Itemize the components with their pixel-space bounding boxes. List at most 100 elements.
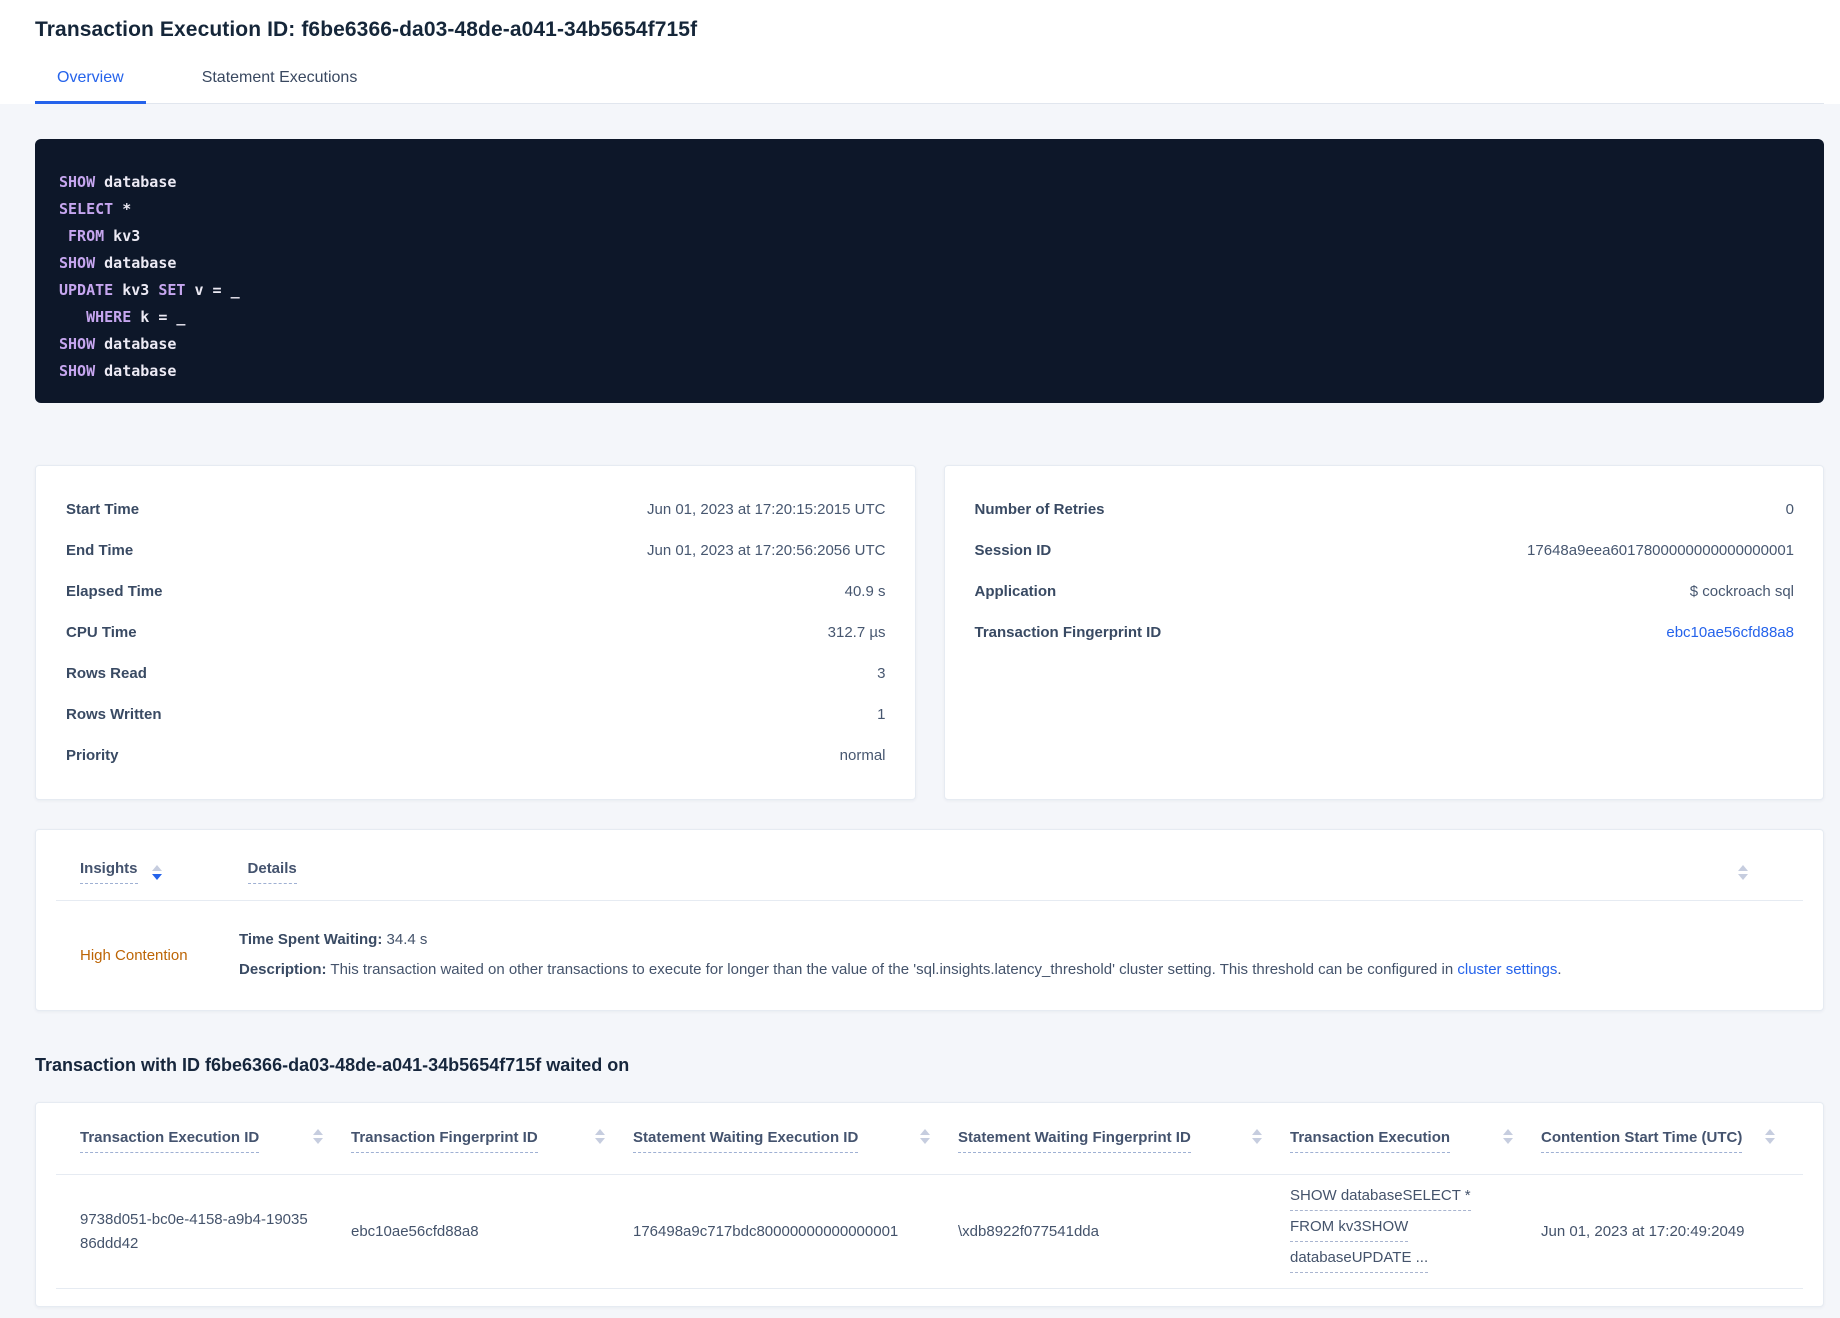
row-rows-written: Rows Written 1 [66, 694, 886, 735]
transaction-fingerprint-id-header-label[interactable]: Transaction Fingerprint ID [351, 1129, 538, 1153]
sort-up-icon [313, 1129, 323, 1135]
sort-down-icon [1765, 1138, 1775, 1144]
row-priority: Priority normal [66, 735, 886, 776]
sort-up-icon [595, 1129, 605, 1135]
application-value: $ cockroach sql [1689, 583, 1794, 600]
start-time-label: Start Time [66, 501, 140, 518]
end-time-value: Jun 01, 2023 at 17:20:56:2056 UTC [646, 542, 886, 559]
header-transaction-execution-id: Transaction Execution ID [80, 1129, 351, 1153]
header-statement-waiting-fingerprint-id: Statement Waiting Fingerprint ID [958, 1129, 1290, 1153]
sort-down-icon [595, 1138, 605, 1144]
insight-details-cell: Time Spent Waiting: 34.4 s Description: … [239, 925, 1562, 985]
transaction-fingerprint-id-label: Transaction Fingerprint ID [974, 624, 1162, 641]
summary-card-left: Start Time Jun 01, 2023 at 17:20:15:2015… [35, 465, 916, 800]
rows-written-value: 1 [877, 706, 886, 723]
sort-down-icon [920, 1138, 930, 1144]
waited-on-table-header: Transaction Execution ID Transaction Fin… [56, 1103, 1803, 1175]
elapsed-time-value: 40.9 s [844, 583, 886, 600]
sort-control[interactable] [595, 1129, 605, 1144]
cell-statement-waiting-fingerprint-id: \xdb8922f077541dda [958, 1222, 1099, 1240]
elapsed-time-label: Elapsed Time [66, 583, 163, 600]
end-time-label: End Time [66, 542, 134, 559]
sort-down-icon [1738, 873, 1748, 880]
statement-waiting-fingerprint-id-header-label[interactable]: Statement Waiting Fingerprint ID [958, 1129, 1191, 1153]
row-transaction-fingerprint-id: Transaction Fingerprint ID ebc10ae56cfd8… [975, 612, 1795, 653]
contention-start-time-header-label[interactable]: Contention Start Time (UTC) [1541, 1129, 1743, 1153]
sort-up-icon [1738, 864, 1748, 871]
session-id-label: Session ID [974, 542, 1052, 559]
tab-overview[interactable]: Overview [35, 69, 146, 104]
insights-sort-control[interactable] [151, 864, 162, 880]
insight-row-high-contention: High Contention Time Spent Waiting: 34.4… [56, 901, 1803, 985]
sort-control[interactable] [313, 1129, 323, 1144]
insights-table-card: Insights Details High Contention Time Sp… [35, 829, 1824, 1011]
summary-card-right: Number of Retries 0 Session ID 17648a9ee… [943, 465, 1824, 800]
insights-column-header[interactable]: Insights [80, 860, 138, 884]
time-spent-waiting-value: 34.4 s [382, 931, 428, 948]
sort-control[interactable] [1765, 1129, 1775, 1144]
header-transaction-execution: Transaction Execution [1290, 1129, 1541, 1153]
tab-statement-executions[interactable]: Statement Executions [180, 69, 380, 104]
description-label: Description: [239, 961, 327, 978]
transaction-execution-header-label[interactable]: Transaction Execution [1290, 1129, 1451, 1153]
waited-on-table-row: 9738d051-bc0e-4158-a9b4-1903586ddd42 ebc… [56, 1175, 1803, 1289]
waited-on-table-card: Transaction Execution ID Transaction Fin… [35, 1102, 1824, 1307]
cluster-settings-link[interactable]: cluster settings [1457, 961, 1557, 978]
row-rows-read: Rows Read 3 [66, 653, 886, 694]
header-transaction-fingerprint-id: Transaction Fingerprint ID [351, 1129, 633, 1153]
rows-read-label: Rows Read [66, 665, 147, 682]
transaction-execution-snippet-line[interactable]: databaseUPDATE ... [1290, 1247, 1429, 1273]
tabs-bar: Overview Statement Executions [35, 69, 1824, 104]
waited-on-heading: Transaction with ID f6be6366-da03-48de-a… [35, 1055, 630, 1075]
sort-up-icon [1765, 1129, 1775, 1135]
row-elapsed-time: Elapsed Time 40.9 s [66, 571, 886, 612]
summary-cards-row: Start Time Jun 01, 2023 at 17:20:15:2015… [35, 465, 1824, 800]
transaction-execution-id-header-label[interactable]: Transaction Execution ID [80, 1129, 260, 1153]
sql-statements-code: SHOW database SELECT * FROM kv3 SHOW dat… [59, 173, 240, 380]
rows-read-value: 3 [877, 665, 886, 682]
transaction-execution-snippet-line[interactable]: SHOW databaseSELECT * [1290, 1185, 1471, 1211]
header-statement-waiting-execution-id: Statement Waiting Execution ID [633, 1129, 958, 1153]
statement-waiting-execution-id-header-label[interactable]: Statement Waiting Execution ID [633, 1129, 859, 1153]
priority-label: Priority [66, 747, 119, 764]
sort-up-icon [920, 1129, 930, 1135]
cpu-time-label: CPU Time [66, 624, 137, 641]
row-cpu-time: CPU Time 312.7 µs [66, 612, 886, 653]
priority-value: normal [839, 747, 886, 764]
header-contention-start-time: Contention Start Time (UTC) [1541, 1129, 1803, 1153]
row-application: Application $ cockroach sql [975, 571, 1795, 612]
row-start-time: Start Time Jun 01, 2023 at 17:20:15:2015… [66, 489, 886, 530]
rows-written-label: Rows Written [66, 706, 162, 723]
cell-transaction-execution[interactable]: SHOW databaseSELECT * FROM kv3SHOW datab… [1290, 1185, 1541, 1278]
cell-transaction-fingerprint-id: ebc10ae56cfd88a8 [351, 1222, 479, 1240]
start-time-value: Jun 01, 2023 at 17:20:15:2015 UTC [646, 501, 886, 518]
transaction-execution-snippet-line[interactable]: FROM kv3SHOW [1290, 1216, 1409, 1242]
sort-control[interactable] [1252, 1129, 1262, 1144]
row-number-of-retries: Number of Retries 0 [975, 489, 1795, 530]
insight-description-line: Description: This transaction waited on … [239, 955, 1562, 985]
cell-statement-waiting-execution-id: 176498a9c717bdc80000000000000001 [633, 1222, 899, 1240]
sql-statements-box: SHOW database SELECT * FROM kv3 SHOW dat… [35, 139, 1824, 403]
sort-down-icon [313, 1138, 323, 1144]
sort-down-icon [1503, 1138, 1513, 1144]
sort-control[interactable] [1503, 1129, 1513, 1144]
insights-right-sort-control[interactable] [1738, 864, 1748, 880]
sort-control[interactable] [920, 1129, 930, 1144]
application-label: Application [974, 583, 1057, 600]
details-column-header[interactable]: Details [247, 860, 297, 884]
sort-up-icon [1503, 1129, 1513, 1135]
number-of-retries-label: Number of Retries [974, 501, 1105, 518]
row-session-id: Session ID 17648a9eea6017800000000000000… [975, 530, 1795, 571]
sort-up-icon [1252, 1129, 1262, 1135]
page-title: Transaction Execution ID: f6be6366-da03-… [35, 18, 698, 41]
description-text: This transaction waited on other transac… [326, 961, 1458, 978]
insight-type-badge: High Contention [80, 946, 188, 964]
sort-up-icon [151, 864, 162, 871]
transaction-fingerprint-id-link[interactable]: ebc10ae56cfd88a8 [1666, 624, 1794, 641]
page-header: Transaction Execution ID: f6be6366-da03-… [0, 0, 1840, 104]
cell-contention-start-time: Jun 01, 2023 at 17:20:49:2049 [1541, 1222, 1745, 1240]
sort-down-icon [1252, 1138, 1262, 1144]
insights-table-header: Insights Details [56, 830, 1803, 901]
cell-transaction-execution-id: 9738d051-bc0e-4158-a9b4-1903586ddd42 [80, 1210, 308, 1252]
main-content: SHOW database SELECT * FROM kv3 SHOW dat… [0, 104, 1840, 1307]
